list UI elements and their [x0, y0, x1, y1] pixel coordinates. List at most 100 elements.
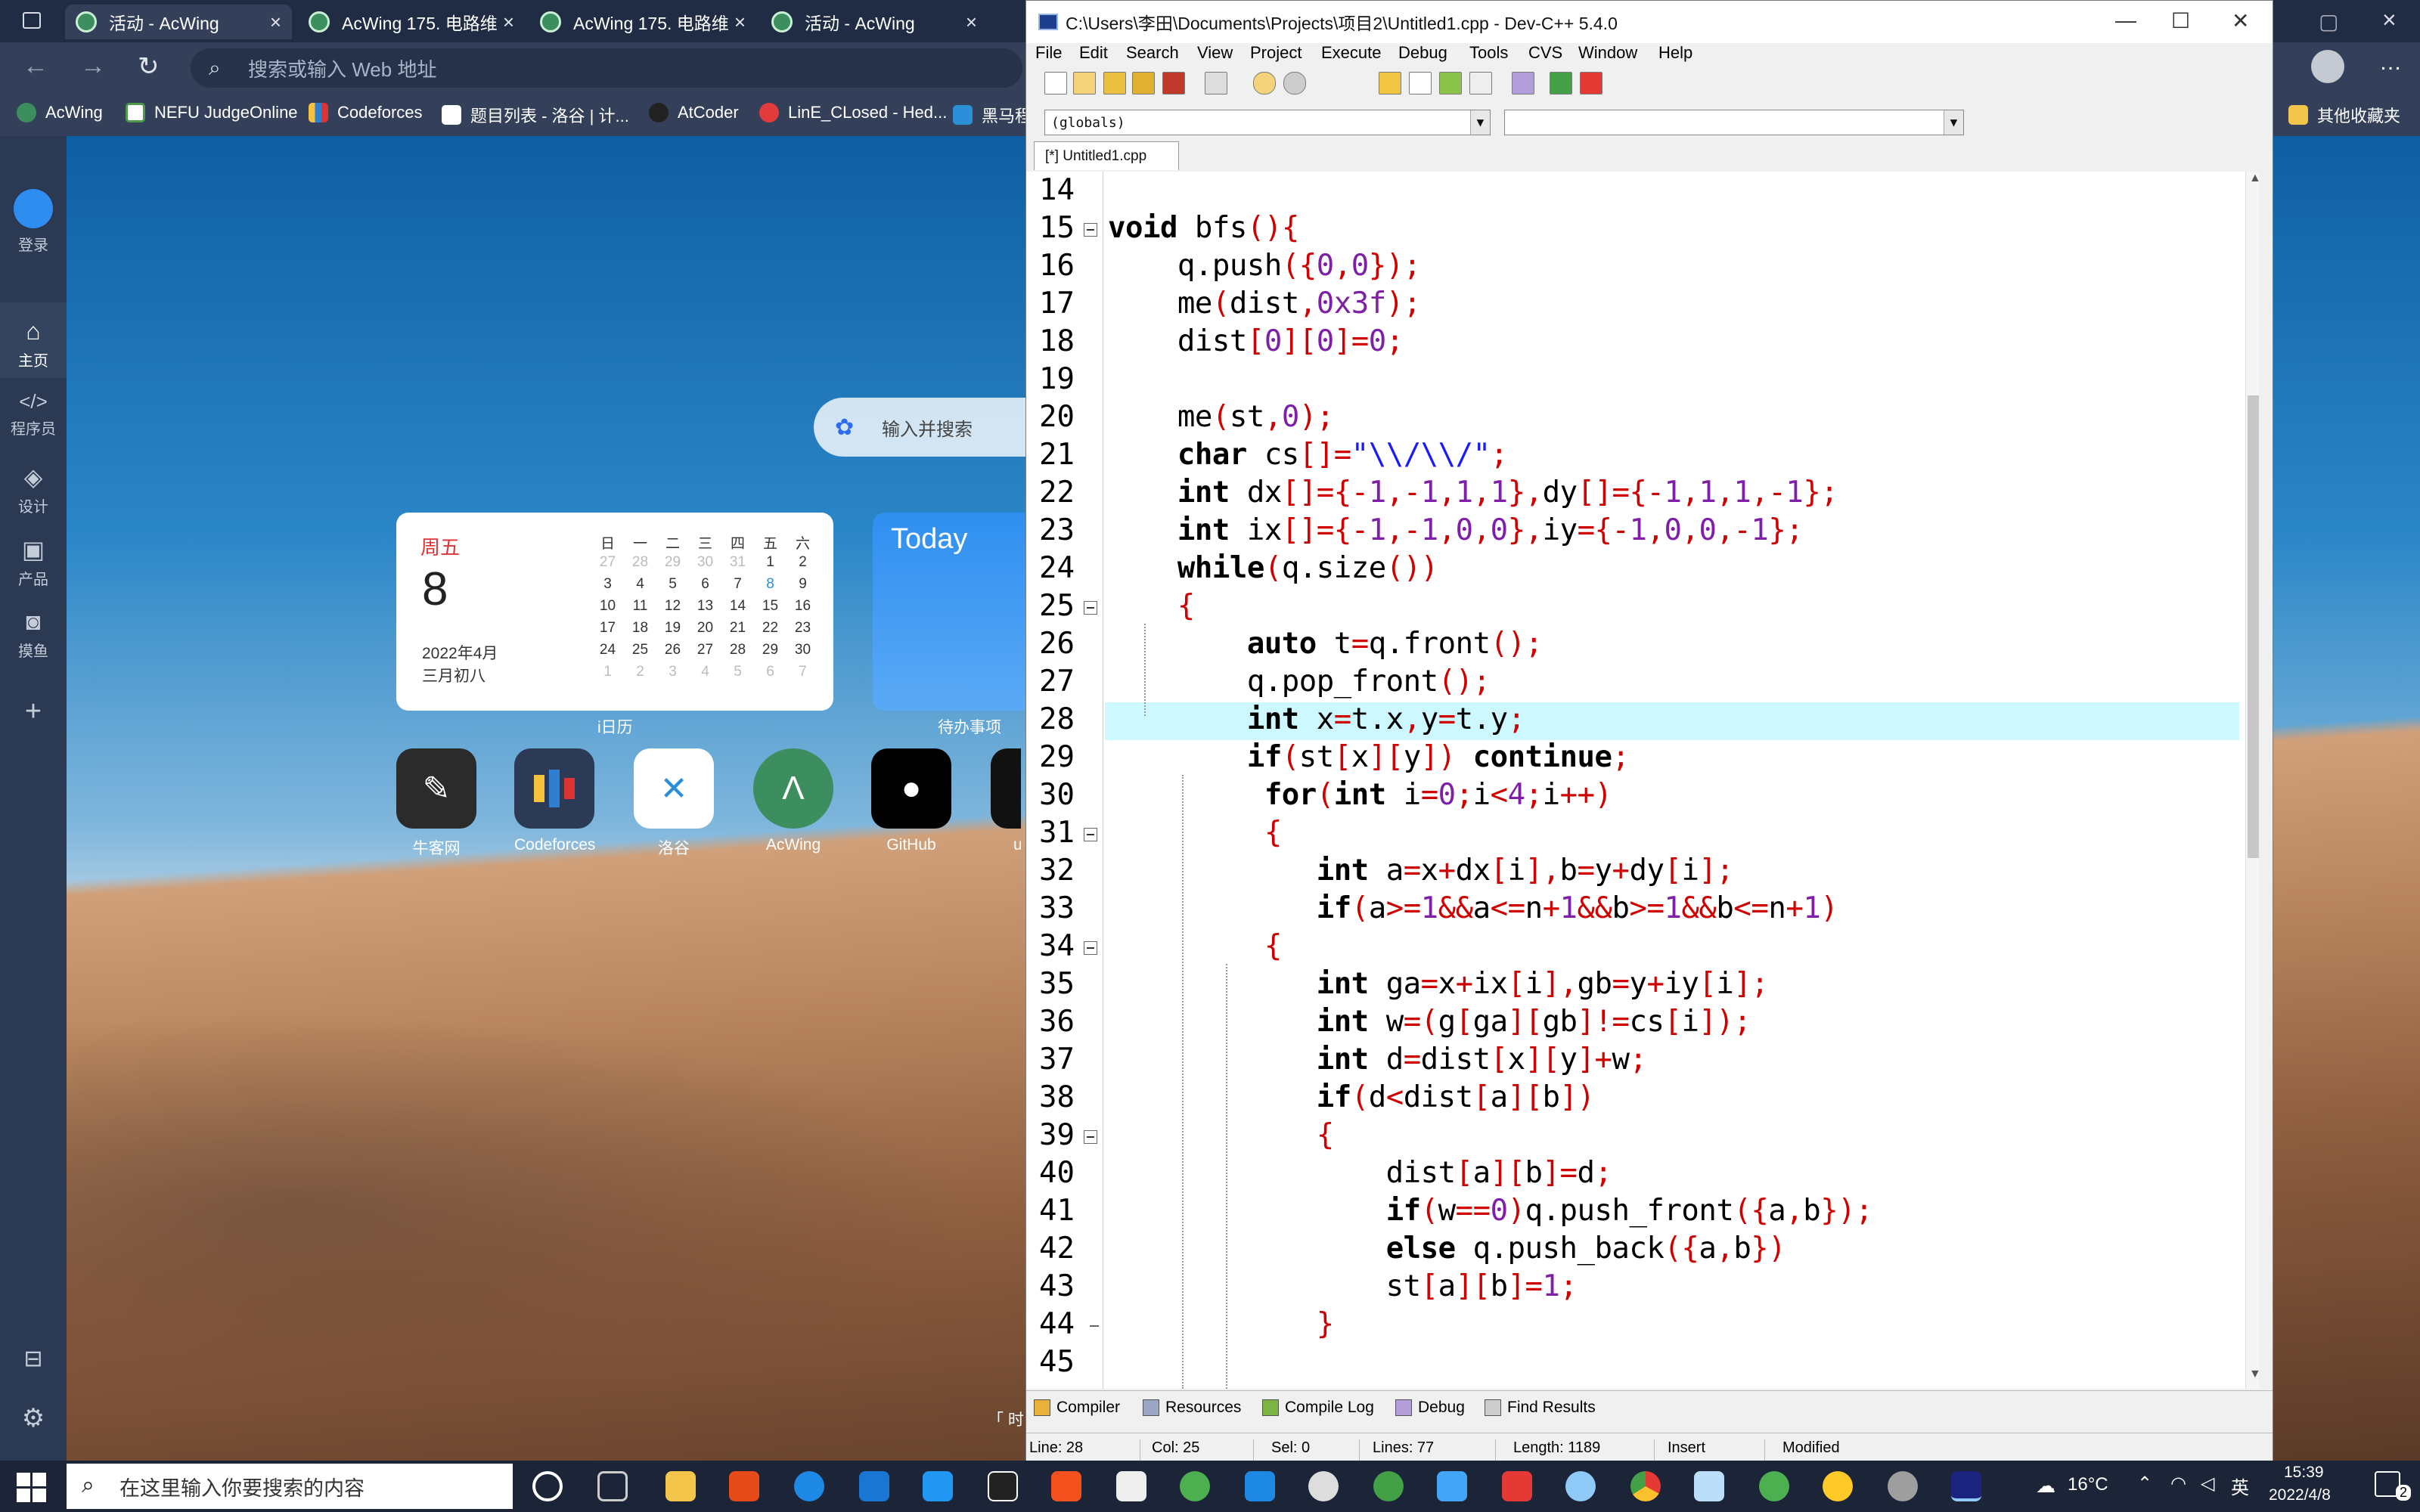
close-icon[interactable]: ×: [270, 11, 281, 34]
menu-debug[interactable]: Debug: [1398, 43, 1447, 63]
app-icon[interactable]: [1565, 1471, 1596, 1501]
print-icon[interactable]: [1205, 72, 1227, 94]
side-nav-item-product[interactable]: ▣ 产品: [0, 535, 67, 589]
menu-project[interactable]: Project: [1250, 43, 1302, 63]
menu-execute[interactable]: Execute: [1321, 43, 1382, 63]
clock-date[interactable]: 2022/4/8: [2269, 1486, 2331, 1504]
minimize-icon[interactable]: —: [2115, 8, 2136, 33]
class-browser-icon[interactable]: [1379, 72, 1401, 94]
vertical-scrollbar[interactable]: ▲ ▼: [2245, 172, 2259, 1389]
app-nowcoder[interactable]: ✎ 牛客网: [396, 748, 476, 859]
app-icon[interactable]: [1888, 1471, 1918, 1501]
tab-debug[interactable]: Debug: [1395, 1399, 1465, 1417]
side-nav-item-fish[interactable]: ◙ 摸鱼: [0, 608, 67, 661]
close-icon[interactable]: ×: [503, 11, 514, 34]
menu-tools[interactable]: Tools: [1469, 43, 1508, 63]
gear-icon[interactable]: ⚙: [0, 1403, 67, 1433]
menu-search[interactable]: Search: [1126, 43, 1179, 63]
paint-icon[interactable]: [1694, 1471, 1724, 1501]
grid-icon[interactable]: [1469, 72, 1492, 94]
menu-file[interactable]: File: [1035, 43, 1062, 63]
menu-help[interactable]: Help: [1658, 43, 1692, 63]
code-editor[interactable]: 14 15 16 17 18 19 20 21 22 23 24 25 26 27 28 29 30 31 32 33…: [1026, 172, 2259, 1389]
bookmark-item[interactable]: 黑马程: [953, 103, 1032, 127]
file-explorer-icon[interactable]: [666, 1471, 696, 1501]
app-github[interactable]: ● GitHub: [871, 748, 951, 854]
chrome-icon[interactable]: [1630, 1471, 1661, 1501]
side-nav-item-design[interactable]: ◈ 设计: [0, 463, 67, 516]
fold-toggle-icon[interactable]: [1084, 941, 1097, 955]
bookmark-item[interactable]: NEFU JudgeOnline: [126, 103, 298, 122]
pen-app-icon[interactable]: [1116, 1471, 1146, 1501]
other-bookmarks[interactable]: 其他收藏夹: [2288, 103, 2400, 127]
tab-compiler[interactable]: Compiler: [1034, 1399, 1120, 1417]
undo-icon[interactable]: [1253, 72, 1276, 94]
acwing-icon[interactable]: [1180, 1471, 1210, 1501]
chart-icon[interactable]: [1550, 72, 1572, 94]
app-luogu[interactable]: ✕ 洛谷: [634, 748, 714, 859]
save-icon[interactable]: [1103, 72, 1126, 94]
menu-cvs[interactable]: CVS: [1528, 43, 1562, 63]
clock-time[interactable]: 15:39: [2284, 1464, 2324, 1482]
task-view-icon[interactable]: [597, 1471, 628, 1501]
newtab-search[interactable]: ✿ 输入并搜索: [814, 398, 1056, 457]
tab-resources[interactable]: Resources: [1143, 1399, 1241, 1417]
fold-toggle-icon[interactable]: [1084, 828, 1097, 841]
check-icon[interactable]: [1512, 72, 1534, 94]
close-file-icon[interactable]: [1162, 72, 1185, 94]
todo-widget[interactable]: Today: [873, 513, 1039, 711]
devcpp-taskbar-icon[interactable]: [1951, 1471, 1981, 1501]
fold-toggle-icon[interactable]: [1084, 1130, 1097, 1144]
menu-window[interactable]: Window: [1578, 43, 1637, 63]
restore-icon[interactable]: ▢: [2319, 9, 2338, 34]
chevron-up-icon[interactable]: ⌃: [2137, 1473, 2152, 1495]
side-nav-login[interactable]: 登录: [0, 189, 67, 255]
new-file-icon[interactable]: [1044, 72, 1067, 94]
tab-find-results[interactable]: Find Results: [1485, 1399, 1596, 1417]
weather-text[interactable]: 16°C: [2068, 1474, 2108, 1495]
windows-start-icon[interactable]: [17, 1473, 47, 1503]
browser-tab[interactable]: AcWing 175. 电路维 ×: [529, 5, 756, 39]
scope-select[interactable]: (globals) ▼: [1044, 110, 1491, 135]
back-icon[interactable]: ←: [23, 51, 48, 81]
vscode-icon[interactable]: [923, 1471, 953, 1501]
bookmark-item[interactable]: LinE_CLosed - Hed...: [759, 103, 947, 122]
forward-icon[interactable]: →: [80, 51, 106, 81]
volume-icon[interactable]: ◁: [2201, 1473, 2214, 1495]
function-select[interactable]: ▼: [1504, 110, 1964, 135]
tab-actions-icon[interactable]: [23, 12, 41, 29]
ime-indicator[interactable]: 英: [2231, 1473, 2249, 1499]
calendar-widget[interactable]: 周五 8 2022年4月 三月初八 日一二三四五六 27 28 29 30 31 1 2 3…: [396, 513, 833, 711]
bookmark-item[interactable]: AcWing: [17, 103, 103, 122]
browser-tab[interactable]: AcWing 175. 电路维 ×: [298, 5, 525, 39]
taskbar-search[interactable]: ⌕ 在这里输入你要搜索的内容: [67, 1464, 513, 1509]
app-codeforces[interactable]: Codeforces: [514, 748, 595, 854]
app-acwing[interactable]: Λ AcWing: [753, 748, 833, 854]
wechat-icon[interactable]: [1759, 1471, 1789, 1501]
app-icon[interactable]: [1823, 1471, 1853, 1501]
address-bar[interactable]: ⌕ 搜索或输入 Web 地址: [191, 48, 1022, 88]
robot-icon[interactable]: [1308, 1471, 1339, 1501]
mail-icon[interactable]: [859, 1471, 889, 1501]
refresh-icon[interactable]: ↻: [138, 51, 160, 82]
close-icon[interactable]: ✕: [2232, 8, 2249, 33]
more-icon[interactable]: …: [2379, 50, 2402, 76]
app-icon[interactable]: [1373, 1471, 1404, 1501]
bookmark-item[interactable]: AtCoder: [649, 103, 739, 122]
browser-tab[interactable]: 活动 - AcWing ×: [761, 5, 988, 39]
scroll-up-icon[interactable]: ▲: [2249, 172, 2259, 185]
close-icon[interactable]: ×: [966, 11, 977, 34]
yuque-icon[interactable]: [1502, 1471, 1532, 1501]
app-partial[interactable]: ◂u: [991, 748, 1021, 854]
menu-edit[interactable]: Edit: [1079, 43, 1108, 63]
wifi-icon[interactable]: ◠: [2170, 1473, 2186, 1495]
add-icon[interactable]: +: [0, 696, 67, 728]
terminal-icon[interactable]: [988, 1471, 1018, 1501]
fold-toggle-icon[interactable]: [1084, 223, 1097, 237]
tab-compile-log[interactable]: Compile Log: [1262, 1399, 1374, 1417]
side-nav-item-home[interactable]: ⌂ 主页: [0, 318, 67, 370]
project-icon[interactable]: [1439, 72, 1462, 94]
fold-toggle-icon[interactable]: [1084, 601, 1097, 615]
clion-icon[interactable]: [1051, 1471, 1081, 1501]
save-all-icon[interactable]: [1132, 72, 1155, 94]
